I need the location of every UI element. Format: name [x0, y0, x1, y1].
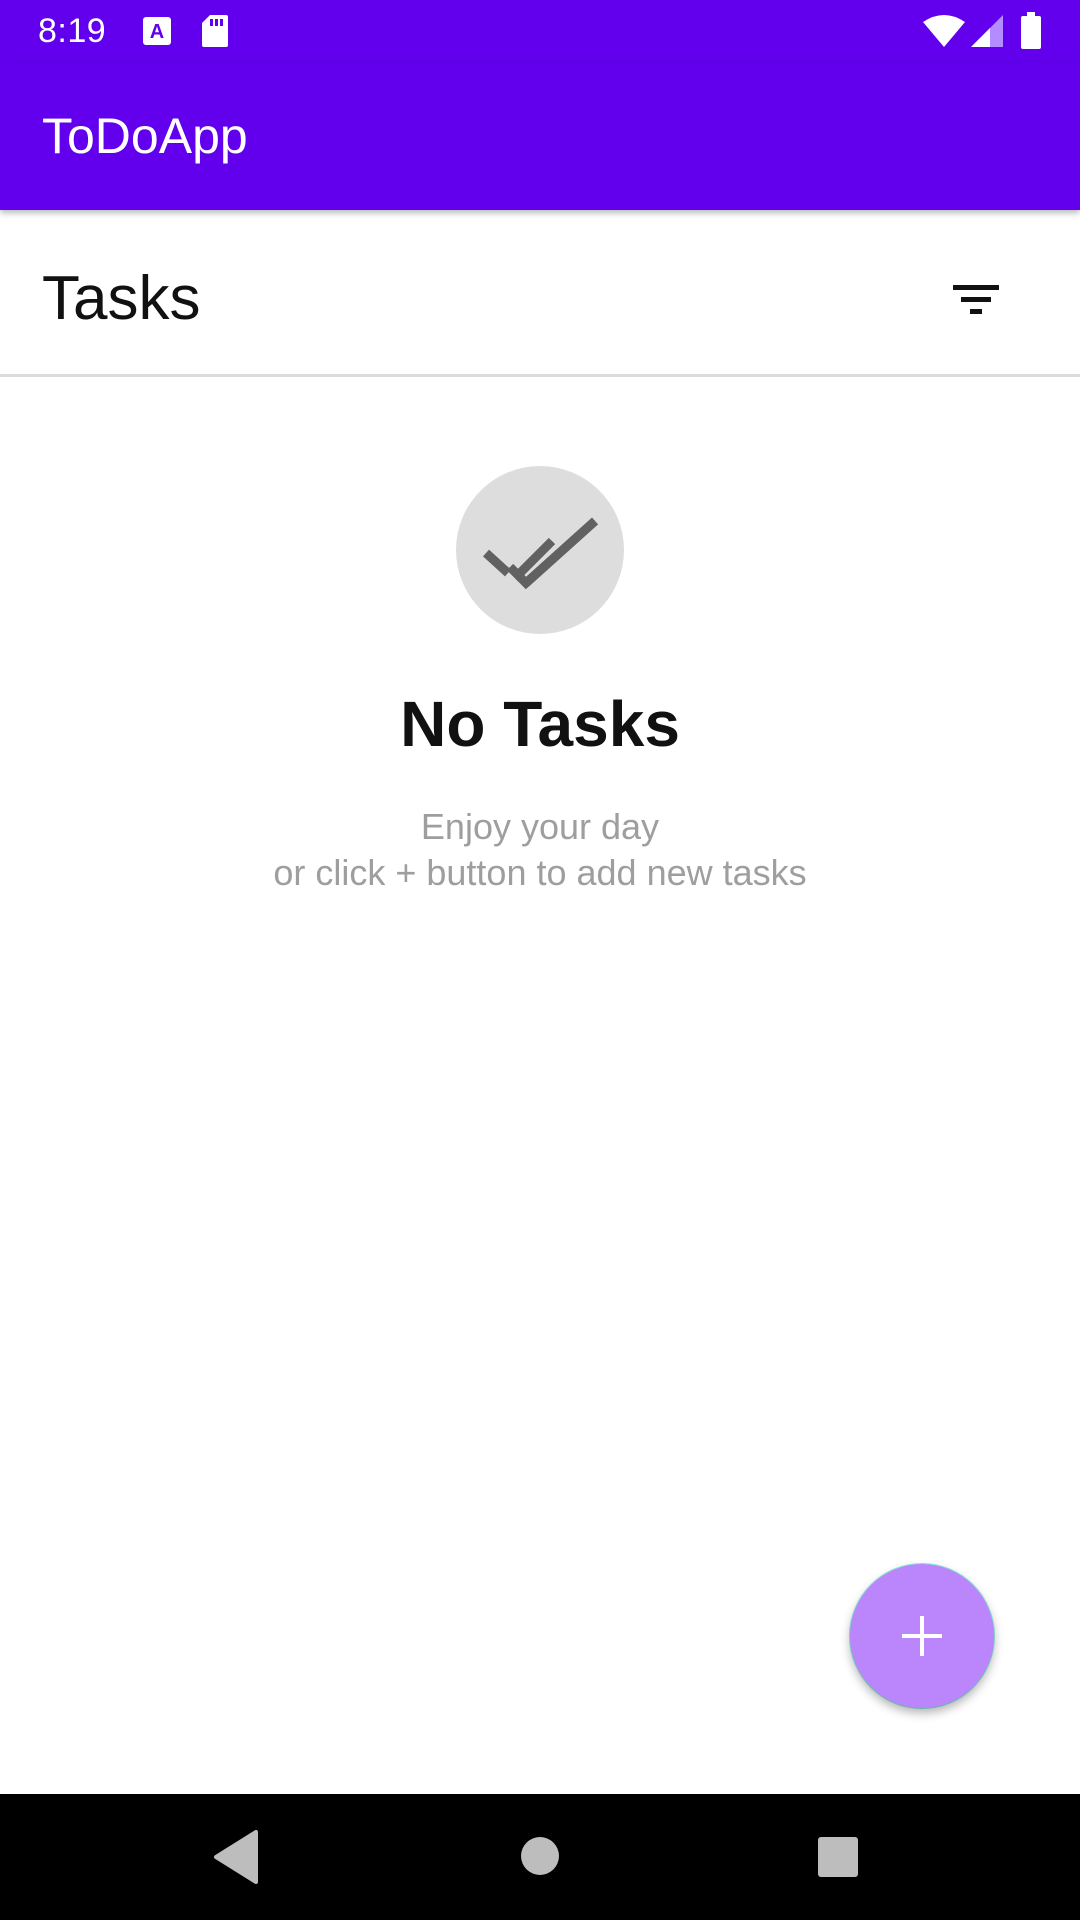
section-title: Tasks [42, 264, 201, 333]
home-button[interactable] [520, 1836, 560, 1881]
empty-state: No Tasks Enjoy your day or click + butto… [0, 466, 1080, 896]
add-task-button[interactable] [850, 1564, 994, 1708]
empty-message-line1: Enjoy your day [420, 806, 660, 847]
signal-icon [970, 14, 1004, 53]
status-time: 8:19 [38, 12, 107, 50]
filter-list-icon [953, 285, 999, 314]
screen: 8:19 A ToDoApp Tasks No Tasks Enjoy your… [0, 0, 1080, 1920]
wifi-icon [922, 14, 966, 53]
empty-icon-circle [456, 466, 624, 634]
section-header: Tasks [0, 210, 1080, 377]
navigation-bar [0, 1794, 1080, 1920]
sd-card-icon [201, 14, 229, 53]
empty-title: No Tasks [400, 688, 680, 760]
add-icon [902, 1616, 942, 1656]
app-title: ToDoApp [42, 108, 248, 164]
svg-text:A: A [150, 21, 164, 43]
app-bar: ToDoApp [0, 63, 1080, 210]
filter-button[interactable] [926, 260, 1026, 340]
empty-message-line2: or click + button to add new tasks [273, 852, 807, 893]
recents-button[interactable] [817, 1836, 859, 1883]
keyboard-a-icon: A [142, 16, 172, 51]
back-icon [214, 1830, 258, 1884]
done-all-icon [482, 517, 599, 590]
home-icon [521, 1837, 559, 1875]
back-button[interactable] [210, 1828, 260, 1891]
battery-icon [1020, 12, 1042, 55]
empty-message: Enjoy your day or click + button to add … [0, 804, 1080, 896]
recents-icon [818, 1837, 858, 1877]
status-bar: 8:19 A [0, 0, 1080, 63]
